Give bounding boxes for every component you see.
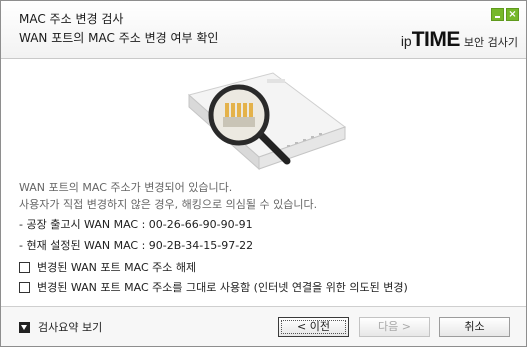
factory-mac-text: - 공장 출고시 WAN MAC : 00-26-66-90-90-91 [19,218,253,231]
close-icon[interactable]: × [506,8,519,21]
logo-name: TIME [411,28,461,51]
logo-prefix: ip [400,33,412,49]
summary-label[interactable]: 검사요약 보기 [38,319,102,335]
cancel-button[interactable]: 취소 [439,317,510,337]
release-mac-label: 변경된 WAN 포트 MAC 주소 해제 [37,261,197,274]
router-magnifier-icon [187,72,347,171]
warning-message-line1: WAN 포트의 MAC 주소가 변경되어 있습니다. [19,181,233,194]
option-release-mac[interactable]: 변경된 WAN 포트 MAC 주소 해제 [19,259,196,275]
next-button[interactable]: 다음 > [359,317,430,337]
window-title: MAC 주소 변경 검사 [19,12,124,26]
keep-mac-label: 변경된 WAN 포트 MAC 주소를 그대로 사용함 (인터넷 연결을 위한 의… [37,281,408,294]
minimize-icon[interactable] [491,8,504,21]
warning-message-line2: 사용자가 직접 변경하지 않은 경우, 해킹으로 의심될 수 있습니다. [19,198,318,211]
iptime-logo: ip TIME 보안 검사기 [400,28,518,51]
option-keep-mac[interactable]: 변경된 WAN 포트 MAC 주소를 그대로 사용함 (인터넷 연결을 위한 의… [19,279,408,295]
current-mac-text: - 현재 설정된 WAN MAC : 90-2B-34-15-97-22 [19,239,254,252]
dialog-footer: 검사요약 보기 < 이전 다음 > 취소 [1,307,526,346]
release-mac-checkbox[interactable] [19,261,30,273]
logo-product: 보안 검사기 [463,36,518,49]
dialog-header: MAC 주소 변경 검사 WAN 포트의 MAC 주소 변경 여부 확인 × i… [1,1,526,59]
window-subtitle: WAN 포트의 MAC 주소 변경 여부 확인 [19,31,219,45]
keep-mac-checkbox[interactable] [19,281,30,293]
summary-toggle[interactable]: 검사요약 보기 [19,319,102,335]
chevron-down-icon[interactable] [19,321,30,333]
prev-button[interactable]: < 이전 [278,317,349,337]
dialog-window: MAC 주소 변경 검사 WAN 포트의 MAC 주소 변경 여부 확인 × i… [0,0,527,347]
